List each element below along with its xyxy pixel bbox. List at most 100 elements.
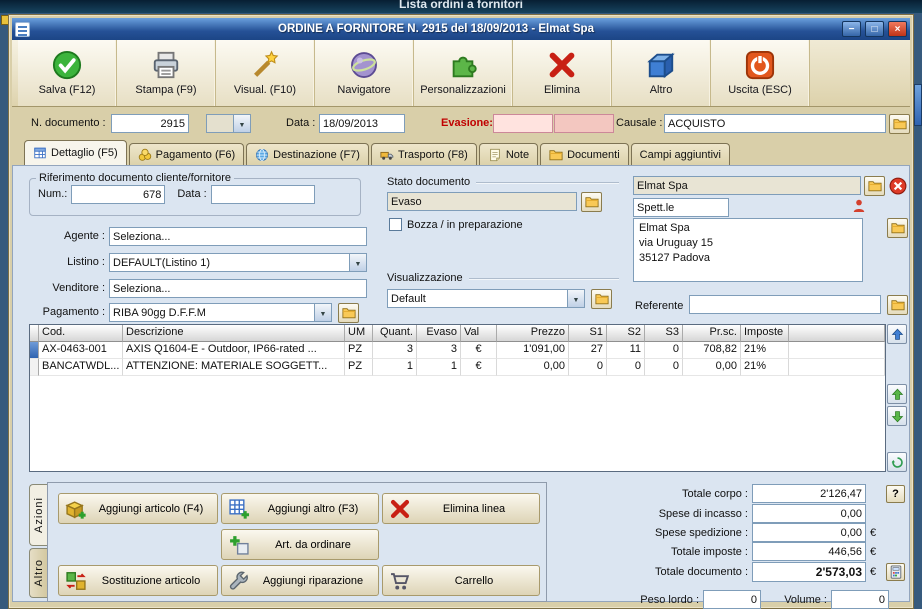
exit-button[interactable]: Uscita (ESC) bbox=[711, 40, 810, 106]
tab-documenti[interactable]: Documenti bbox=[540, 143, 629, 165]
tab-dettaglio[interactable]: Dettaglio (F5) bbox=[24, 140, 127, 165]
move-up-button[interactable] bbox=[887, 384, 907, 404]
print-button[interactable]: Stampa (F9) bbox=[117, 40, 216, 106]
causale-input[interactable] bbox=[664, 114, 886, 133]
listino-dropdown[interactable] bbox=[350, 253, 367, 272]
spese-incasso-input[interactable] bbox=[752, 504, 866, 523]
agente-input[interactable] bbox=[109, 227, 367, 246]
substitute-article-button[interactable]: Sostituzione articolo bbox=[58, 565, 218, 596]
rif-num-input[interactable] bbox=[71, 185, 166, 204]
refresh-button[interactable] bbox=[887, 452, 907, 472]
document-header-row: N. documento : Data : Evasione: Causale … bbox=[12, 107, 910, 140]
bozza-checkbox[interactable] bbox=[389, 218, 402, 231]
tab-destinazione[interactable]: Destinazione (F7) bbox=[246, 143, 369, 165]
referente-folder-button[interactable] bbox=[887, 295, 908, 315]
articles-to-order-button[interactable]: Art. da ordinare bbox=[221, 529, 379, 560]
totale-imposte-row: Totale imposte : € bbox=[571, 542, 905, 561]
col-descrizione[interactable]: Descrizione bbox=[123, 325, 345, 342]
swap-boxes-icon bbox=[65, 570, 87, 592]
col-val[interactable]: Val bbox=[461, 325, 497, 342]
doc-suffix-input[interactable] bbox=[206, 114, 234, 133]
customizations-button[interactable]: Personalizzazioni bbox=[414, 40, 513, 106]
recalculate-button[interactable] bbox=[886, 562, 905, 581]
n-documento-input[interactable] bbox=[111, 114, 189, 133]
tab-trasporto[interactable]: Trasporto (F8) bbox=[370, 143, 477, 165]
spese-spedizione-input[interactable] bbox=[752, 523, 866, 542]
peso-lordo-input[interactable] bbox=[703, 590, 761, 609]
save-button[interactable]: Salva (F12) bbox=[18, 40, 117, 106]
help-button[interactable]: ? bbox=[886, 484, 905, 503]
add-other-button[interactable]: Aggiungi altro (F3) bbox=[221, 493, 379, 524]
pagamento-input[interactable] bbox=[109, 303, 315, 322]
preview-button[interactable]: Visual. (F10) bbox=[216, 40, 315, 106]
grid-row-2[interactable]: BANCATWDL... ATTENZIONE: MATERIALE SOGGE… bbox=[30, 359, 885, 376]
rif-data-input[interactable] bbox=[210, 185, 315, 204]
referente-input[interactable] bbox=[689, 295, 881, 314]
stato-folder-button[interactable] bbox=[581, 192, 602, 212]
pagamento-folder-button[interactable] bbox=[338, 303, 359, 323]
row-2-indicator bbox=[30, 359, 39, 376]
fornitore-remove-button[interactable] bbox=[887, 176, 908, 196]
listino-input[interactable] bbox=[109, 253, 350, 272]
causale-folder-button[interactable] bbox=[889, 114, 910, 134]
totale-imposte-input[interactable] bbox=[752, 542, 866, 561]
volume-input[interactable] bbox=[831, 590, 889, 609]
detail-panel: Riferimento documento cliente/fornitore … bbox=[12, 165, 910, 609]
riferimento-title: Riferimento documento cliente/fornitore bbox=[39, 172, 231, 184]
background-window-titlebar[interactable]: Lista ordini a fornitori bbox=[0, 0, 922, 13]
fornitore-folder-button[interactable] bbox=[864, 176, 885, 196]
vertical-tab-azioni[interactable]: Azioni bbox=[29, 484, 47, 546]
address-folder-button[interactable] bbox=[887, 218, 908, 238]
col-imposte[interactable]: Imposte bbox=[741, 325, 789, 342]
delete-line-button[interactable]: Elimina linea bbox=[382, 493, 540, 524]
col-s1[interactable]: S1 bbox=[569, 325, 607, 342]
maximize-button[interactable]: □ bbox=[865, 21, 884, 37]
totale-documento-input[interactable] bbox=[752, 561, 866, 582]
salutation-input[interactable] bbox=[633, 198, 729, 217]
grid-row-1[interactable]: AX-0463-001 AXIS Q1604-E - Outdoor, IP66… bbox=[30, 342, 885, 359]
col-prsc[interactable]: Pr.sc. bbox=[683, 325, 741, 342]
visualizzazione-input[interactable] bbox=[387, 289, 568, 308]
background-scrollbar[interactable] bbox=[914, 84, 922, 126]
visualizzazione-dropdown[interactable] bbox=[568, 289, 585, 308]
col-cod[interactable]: Cod. bbox=[39, 325, 123, 342]
totale-corpo-input[interactable] bbox=[752, 484, 866, 503]
col-evaso[interactable]: Evaso bbox=[417, 325, 461, 342]
window-titlebar[interactable]: ORDINE A FORNITORE N. 2915 del 18/09/201… bbox=[12, 18, 910, 40]
pagamento-dropdown[interactable] bbox=[315, 303, 332, 322]
col-s2[interactable]: S2 bbox=[607, 325, 645, 342]
add-article-button[interactable]: Aggiungi articolo (F4) bbox=[58, 493, 218, 524]
minimize-button[interactable]: − bbox=[842, 21, 861, 37]
stato-input[interactable] bbox=[387, 192, 577, 211]
fornitore-name-input[interactable] bbox=[633, 176, 861, 195]
evasione-input-1[interactable] bbox=[493, 114, 553, 133]
col-quant[interactable]: Quant. bbox=[373, 325, 417, 342]
close-button[interactable]: × bbox=[888, 21, 907, 37]
move-top-button[interactable] bbox=[887, 324, 907, 344]
add-repair-button[interactable]: Aggiungi riparazione bbox=[221, 565, 379, 596]
move-down-button[interactable] bbox=[887, 406, 907, 426]
folder-icon bbox=[342, 306, 356, 320]
data-input[interactable] bbox=[319, 114, 405, 133]
venditore-input[interactable] bbox=[109, 279, 367, 298]
doc-type-dropdown[interactable] bbox=[234, 114, 251, 133]
contact-button[interactable] bbox=[851, 197, 869, 215]
col-um[interactable]: UM bbox=[345, 325, 373, 342]
power-icon bbox=[745, 50, 775, 80]
tab-pagamento[interactable]: Pagamento (F6) bbox=[128, 143, 245, 165]
delete-x-icon bbox=[547, 50, 577, 80]
vertical-tab-altro[interactable]: Altro bbox=[29, 548, 47, 598]
evasione-input-2[interactable] bbox=[554, 114, 614, 133]
col-s3[interactable]: S3 bbox=[645, 325, 683, 342]
cell-descrizione: AXIS Q1604-E - Outdoor, IP66-rated ... bbox=[123, 342, 345, 359]
fornitore-address-box[interactable]: Elmat Spa via Uruguay 15 35127 Padova bbox=[633, 218, 863, 282]
col-prezzo[interactable]: Prezzo bbox=[497, 325, 569, 342]
tab-note[interactable]: Note bbox=[478, 143, 539, 165]
visualizzazione-folder-button[interactable] bbox=[591, 289, 612, 309]
delete-button[interactable]: Elimina bbox=[513, 40, 612, 106]
other-button[interactable]: Altro bbox=[612, 40, 711, 106]
cart-button[interactable]: Carrello bbox=[382, 565, 540, 596]
navigator-button[interactable]: Navigatore bbox=[315, 40, 414, 106]
tab-campi-aggiuntivi[interactable]: Campi aggiuntivi bbox=[630, 143, 730, 165]
cell-quant: 1 bbox=[373, 359, 417, 376]
